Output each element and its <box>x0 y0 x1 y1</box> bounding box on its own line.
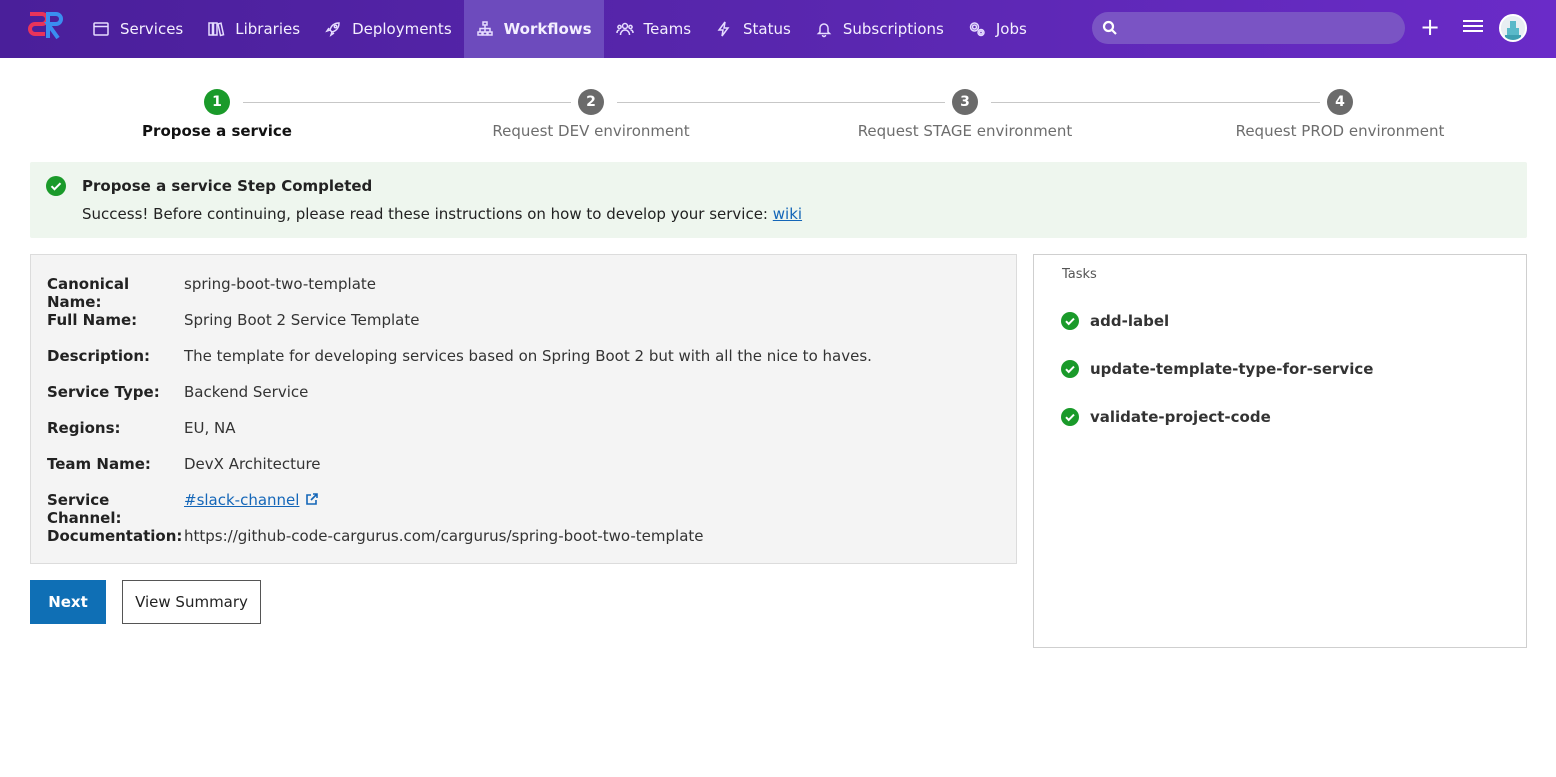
step-3[interactable]: 3 Request STAGE environment <box>815 88 1115 140</box>
nav-item-label: Status <box>743 20 791 38</box>
top-navbar: Services Libraries Deployments Workflows… <box>0 0 1556 58</box>
detail-key: Service Channel: <box>47 491 122 527</box>
detail-value: EU, NA <box>184 419 236 437</box>
detail-key: Service Type: <box>47 383 160 401</box>
detail-key: Description: <box>47 347 151 365</box>
detail-value: DevX Architecture <box>184 455 321 473</box>
detail-row-canonical-name: Canonical Name: spring-boot-two-template <box>47 275 377 311</box>
slack-channel-link[interactable]: #slack-channel <box>184 491 299 509</box>
nav-item-status[interactable]: Status <box>703 0 803 58</box>
task-label: validate-project-code <box>1090 408 1271 426</box>
tasks-title: Tasks <box>1062 267 1097 282</box>
nav-item-label: Subscriptions <box>842 20 944 38</box>
add-button[interactable]: + <box>1419 15 1441 39</box>
task-label: add-label <box>1090 312 1170 330</box>
search-input[interactable] <box>1126 20 1405 36</box>
detail-row-description: Description: The template for developing… <box>47 347 872 367</box>
check-circle-icon <box>1061 360 1079 378</box>
detail-value: spring-boot-two-template <box>184 275 377 293</box>
search-bar[interactable] <box>1092 12 1405 44</box>
task-item: update-template-type-for-service <box>1061 359 1373 379</box>
step-label: Request STAGE environment <box>857 122 1073 140</box>
step-label: Request PROD environment <box>1235 122 1445 140</box>
step-number: 2 <box>578 89 604 115</box>
detail-key: Full Name: <box>47 311 138 329</box>
external-link-icon[interactable] <box>305 492 319 506</box>
users-icon <box>615 22 634 36</box>
view-summary-button[interactable]: View Summary <box>122 580 261 624</box>
books-icon <box>208 22 225 37</box>
step-number: 3 <box>952 89 978 115</box>
check-circle-icon <box>1061 312 1079 330</box>
detail-value: The template for developing services bas… <box>184 347 872 365</box>
check-circle-icon <box>46 176 66 196</box>
step-number: 4 <box>1327 89 1353 115</box>
task-label: update-template-type-for-service <box>1090 360 1374 378</box>
detail-row-documentation: Documentation: https://github-code-cargu… <box>47 527 704 547</box>
detail-value: Backend Service <box>184 383 309 401</box>
nav-item-label: Services <box>120 20 184 38</box>
search-icon <box>1102 20 1117 35</box>
detail-value: #slack-channel <box>184 491 319 511</box>
detail-key: Regions: <box>47 419 121 437</box>
nav-item-subscriptions[interactable]: Subscriptions <box>803 0 956 58</box>
menu-icon[interactable] <box>1463 17 1483 37</box>
step-number: 1 <box>204 89 230 115</box>
detail-value: Spring Boot 2 Service Template <box>184 311 420 329</box>
nav-item-teams[interactable]: Teams <box>604 0 703 58</box>
task-item: validate-project-code <box>1061 407 1271 427</box>
detail-value: https://github-code-cargurus.com/carguru… <box>184 527 704 545</box>
tasks-panel: Tasks add-label update-template-type-for… <box>1033 254 1527 648</box>
task-item: add-label <box>1061 311 1169 331</box>
nav-item-label: Workflows <box>503 20 592 38</box>
avatar[interactable] <box>1499 14 1527 42</box>
service-details-panel: Canonical Name: spring-boot-two-template… <box>30 254 1017 564</box>
wiki-link[interactable]: wiki <box>773 205 802 223</box>
detail-row-service-type: Service Type: Backend Service <box>47 383 308 403</box>
nav-item-libraries[interactable]: Libraries <box>195 0 312 58</box>
next-button[interactable]: Next <box>30 580 106 624</box>
step-label: Request DEV environment <box>492 122 690 140</box>
detail-row-service-channel: Service Channel: #slack-channel <box>47 491 319 527</box>
step-2[interactable]: 2 Request DEV environment <box>441 88 741 140</box>
check-circle-icon <box>1061 408 1079 426</box>
step-1[interactable]: 1 Propose a service <box>67 88 367 140</box>
detail-row-regions: Regions: EU, NA <box>47 419 235 439</box>
bolt-icon <box>717 21 730 37</box>
nav-item-label: Jobs <box>995 20 1027 38</box>
success-alert: Propose a service Step Completed Success… <box>30 162 1527 238</box>
nav-item-jobs[interactable]: Jobs <box>956 0 1039 58</box>
bell-icon <box>816 23 832 38</box>
alert-title: Propose a service Step Completed <box>82 177 373 195</box>
nav-item-label: Teams <box>643 20 692 38</box>
detail-key: Canonical Name: <box>47 275 130 311</box>
detail-row-full-name: Full Name: Spring Boot 2 Service Templat… <box>47 311 419 331</box>
nav-item-label: Libraries <box>235 20 301 38</box>
alert-message: Success! Before continuing, please read … <box>82 205 802 223</box>
step-4[interactable]: 4 Request PROD environment <box>1190 88 1490 140</box>
sitemap-icon <box>476 21 493 36</box>
nav-item-services[interactable]: Services <box>80 0 195 58</box>
logo-icon[interactable] <box>28 10 64 40</box>
alert-message-text: Success! Before continuing, please read … <box>82 205 768 223</box>
window-icon <box>93 22 109 36</box>
workflow-stepper: 1 Propose a service 2 Request DEV enviro… <box>30 88 1527 148</box>
rocket-icon <box>325 22 340 37</box>
gears-icon <box>969 22 985 37</box>
step-label: Propose a service <box>142 122 292 140</box>
nav-item-deployments[interactable]: Deployments <box>312 0 464 58</box>
nav-item-label: Deployments <box>352 20 452 38</box>
detail-row-team-name: Team Name: DevX Architecture <box>47 455 321 475</box>
detail-key: Team Name: <box>47 455 151 473</box>
nav-item-workflows[interactable]: Workflows <box>463 0 604 58</box>
detail-key: Documentation: <box>47 527 183 545</box>
user-avatar-icon <box>1501 16 1525 40</box>
